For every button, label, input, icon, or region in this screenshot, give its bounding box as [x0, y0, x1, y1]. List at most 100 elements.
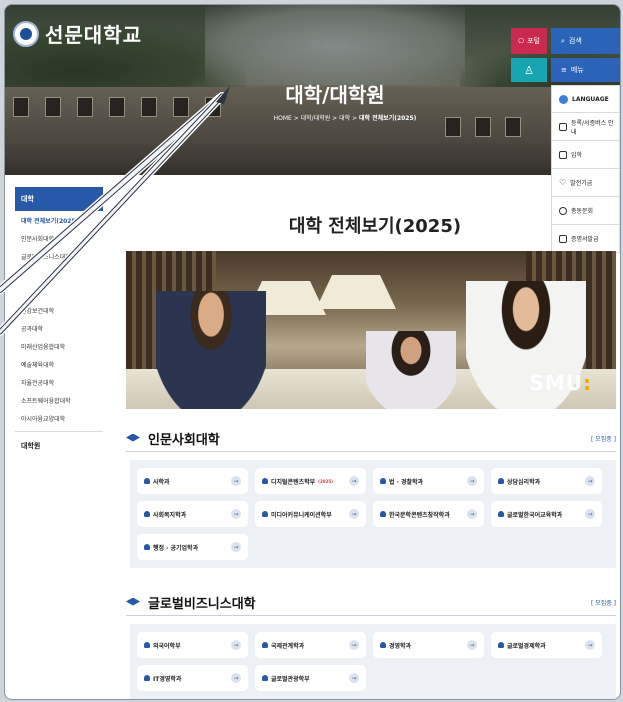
smu-logo: SMU: — [529, 371, 592, 395]
dept-card[interactable]: 법 · 경찰학과 → — [373, 468, 484, 494]
logo-text: 선문대학교 — [45, 23, 142, 47]
search-icon: ⌕ — [561, 36, 565, 45]
school-icon — [559, 150, 567, 159]
dept-card[interactable]: IT경영학과 → — [137, 665, 248, 691]
portal-button[interactable]: ⎔ 포털 — [511, 28, 547, 54]
quick-menu-bus[interactable]: 등록/서증버스 안내 — [551, 113, 620, 141]
person-icon — [144, 544, 150, 550]
student-figure — [156, 291, 266, 409]
graduation-cap-icon — [559, 206, 567, 215]
dept-card[interactable]: 디지털콘텐츠학부 (2025) → — [255, 468, 366, 494]
person-icon — [262, 675, 268, 681]
breadcrumb-level2[interactable]: 대학 — [339, 115, 350, 122]
quick-menu-label: 총동문회 — [571, 208, 594, 215]
sidebar-divider — [15, 431, 103, 432]
search-button[interactable]: ⌕ 검색 — [551, 28, 620, 54]
dept-card[interactable]: 사학과 → — [137, 468, 248, 494]
person-icon — [262, 478, 268, 484]
arrow-right-icon: → — [231, 509, 241, 519]
sidebar-item-software[interactable]: 소프트웨어융합대학 — [15, 391, 103, 409]
dept-label: 경영학과 — [380, 641, 411, 650]
dept-label: 사회복지학과 — [144, 510, 186, 519]
person-icon — [380, 511, 386, 517]
dept-label: 외국어학부 — [144, 641, 181, 650]
dept-name: 사학과 — [153, 478, 170, 486]
hero-photo: SMU: — [126, 251, 616, 409]
person-icon — [144, 642, 150, 648]
person-icon — [262, 642, 268, 648]
sidebar-item-graduate[interactable]: 대학원 — [15, 436, 103, 456]
sidebar-item-asia[interactable]: 아시아융교양대학 — [15, 409, 103, 427]
hamburger-icon: ≡ — [561, 66, 567, 74]
quick-menu-admission[interactable]: 입학 — [551, 141, 620, 169]
sidebar-item-hidden-1[interactable] — [15, 265, 103, 283]
dept-card[interactable]: 국제관계학과 → — [255, 632, 366, 658]
login-button[interactable]: ♙ — [511, 58, 547, 82]
sidebar-item-hidden-2[interactable] — [15, 283, 103, 301]
dept-name: 미디어커뮤니케이션학부 — [271, 511, 332, 519]
dept-card[interactable]: 사회복지학과 → — [137, 501, 248, 527]
dept-card[interactable]: 한국문학콘텐츠창작학과 → — [373, 501, 484, 527]
arrow-right-icon: → — [467, 640, 477, 650]
dept-name: 상담심리학과 — [507, 478, 541, 486]
dept-card[interactable]: 외국어학부 → — [137, 632, 248, 658]
dept-label: 글로벌경제학과 — [498, 641, 546, 650]
arrow-right-icon: → — [467, 509, 477, 519]
quick-menu-alumni[interactable]: 총동문회 — [551, 197, 620, 225]
globe-icon — [559, 94, 568, 104]
arrow-right-icon: → — [349, 673, 359, 683]
recruiting-link[interactable]: [ 모집중 ] — [591, 434, 616, 443]
dept-label: 국제관계학과 — [262, 641, 304, 650]
dept-grid-humanities: 사학과 → 디지털콘텐츠학부 (2025) → 법 · 경찰학과 → 상담심리학과 → 사회복지학… — [130, 460, 616, 568]
sidebar-item-health[interactable]: 건강보건대학 — [15, 301, 103, 319]
quick-menu-label: 등록/서증버스 안내 — [570, 119, 614, 136]
quick-menu-label: LANGUAGE — [572, 95, 609, 103]
quick-menu-fund[interactable]: ♡ 발전기금 — [551, 169, 620, 197]
person-icon — [498, 511, 504, 517]
section-title: 인문사회대학 — [148, 433, 220, 448]
arrow-right-icon: → — [349, 509, 359, 519]
student-figure — [366, 331, 456, 409]
arrow-right-icon: → — [585, 476, 595, 486]
dept-label: 행정 · 공기업학과 — [144, 543, 198, 552]
dept-card[interactable]: 글로벌관광학부 → — [255, 665, 366, 691]
arrow-right-icon: → — [231, 476, 241, 486]
person-icon — [498, 478, 504, 484]
site-logo[interactable]: 선문대학교 — [13, 19, 142, 48]
sidebar-item-future-industry[interactable]: 미래산업융합대학 — [15, 337, 103, 355]
dept-note: (2025) — [318, 478, 333, 484]
university-seal-icon — [13, 20, 39, 47]
dept-card[interactable]: 상담심리학과 → — [491, 468, 602, 494]
section-divider — [126, 451, 616, 452]
section-divider — [126, 615, 616, 616]
sidebar-item-all[interactable]: 대학 전체보기(2025) — [15, 211, 103, 229]
quick-menu-certificate[interactable]: 증명서발급 — [551, 225, 620, 253]
dept-label: 글로벌한국어교육학과 — [498, 510, 562, 519]
dept-name: 한국문학콘텐츠창작학과 — [389, 511, 450, 519]
dept-card[interactable]: 미디어커뮤니케이션학부 → — [255, 501, 366, 527]
sidebar-item-arts-sports[interactable]: 예술체육대학 — [15, 355, 103, 373]
quick-menu-language[interactable]: LANGUAGE — [551, 85, 620, 113]
arrow-right-icon: → — [585, 509, 595, 519]
sidebar-title[interactable]: 대학 — [15, 187, 103, 211]
arrow-right-icon: → — [231, 640, 241, 650]
recruiting-link[interactable]: [ 모집중 ] — [591, 598, 616, 607]
breadcrumb-level1[interactable]: 대학/대학원 — [301, 115, 331, 122]
section-header-humanities: 인문사회대학 [ 모집중 ] — [126, 429, 616, 448]
left-sidebar: 대학 대학 전체보기(2025) 인문사회대학 글로벌비즈니스대학 건강보건대학… — [15, 187, 103, 456]
menu-button[interactable]: ≡ 메뉴 — [551, 58, 620, 82]
person-icon — [144, 511, 150, 517]
breadcrumb: HOME > 대학/대학원 > 대학 > 대학 전체보기(2025) — [273, 115, 417, 122]
dept-card[interactable]: 글로벌한국어교육학과 → — [491, 501, 602, 527]
dept-name: 행정 · 공기업학과 — [153, 544, 199, 552]
breadcrumb-home[interactable]: HOME — [274, 115, 292, 122]
sidebar-item-global-business[interactable]: 글로벌비즈니스대학 — [15, 247, 103, 265]
dept-card[interactable]: 글로벌경제학과 → — [491, 632, 602, 658]
dept-card[interactable]: 행정 · 공기업학과 → — [137, 534, 248, 560]
sidebar-item-humanities[interactable]: 인문사회대학 — [15, 229, 103, 247]
page-title: 대학 전체보기(2025) — [288, 216, 462, 237]
sidebar-item-liberal[interactable]: 자율전공대학 — [15, 373, 103, 391]
dept-card[interactable]: 경영학과 → — [373, 632, 484, 658]
sidebar-item-engineering[interactable]: 공과대학 — [15, 319, 103, 337]
dept-label: 사학과 — [144, 477, 170, 486]
